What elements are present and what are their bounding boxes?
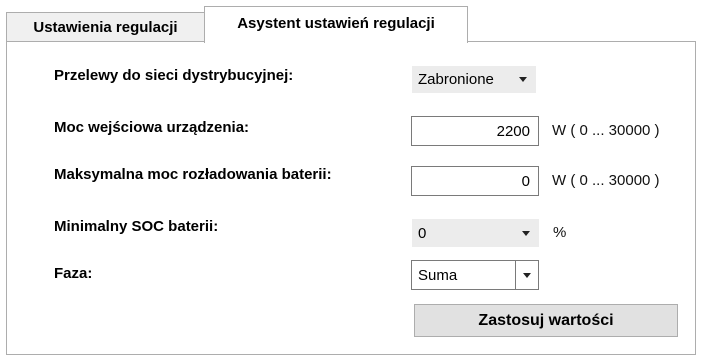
max-discharge-field[interactable]: 0 bbox=[411, 166, 539, 196]
grid-export-select[interactable]: Zabronione bbox=[412, 66, 536, 93]
apply-values-button[interactable]: Zastosuj wartości bbox=[414, 304, 678, 337]
min-soc-select[interactable]: 0 bbox=[412, 219, 539, 247]
phase-label: Faza: bbox=[54, 265, 93, 282]
min-soc-label: Minimalny SOC baterii: bbox=[54, 218, 219, 235]
grid-export-value: Zabronione bbox=[418, 71, 494, 88]
tab-control-settings-assistant[interactable]: Asystent ustawień regulacji bbox=[204, 6, 468, 43]
min-soc-value: 0 bbox=[418, 224, 427, 242]
chevron-down-icon bbox=[518, 75, 528, 85]
min-soc-unit: % bbox=[553, 224, 567, 241]
input-power-field[interactable]: 2200 bbox=[411, 116, 539, 146]
phase-value: Suma bbox=[418, 266, 458, 284]
input-power-label: Moc wejściowa urządzenia: bbox=[54, 119, 250, 136]
max-discharge-unit: W ( 0 ... 30000 ) bbox=[552, 172, 660, 189]
input-power-unit: W ( 0 ... 30000 ) bbox=[552, 122, 660, 139]
grid-export-label: Przelewy do sieci dystrybucyjnej: bbox=[54, 67, 294, 84]
tab-control-settings[interactable]: Ustawienia regulacji bbox=[6, 12, 205, 42]
chevron-down-icon bbox=[515, 261, 538, 289]
chevron-down-icon bbox=[521, 228, 531, 238]
max-discharge-label: Maksymalna moc rozładowania baterii: bbox=[54, 166, 332, 183]
tab-strip: Ustawienia regulacji Asystent ustawień r… bbox=[0, 0, 702, 43]
phase-select[interactable]: Suma bbox=[411, 260, 539, 290]
